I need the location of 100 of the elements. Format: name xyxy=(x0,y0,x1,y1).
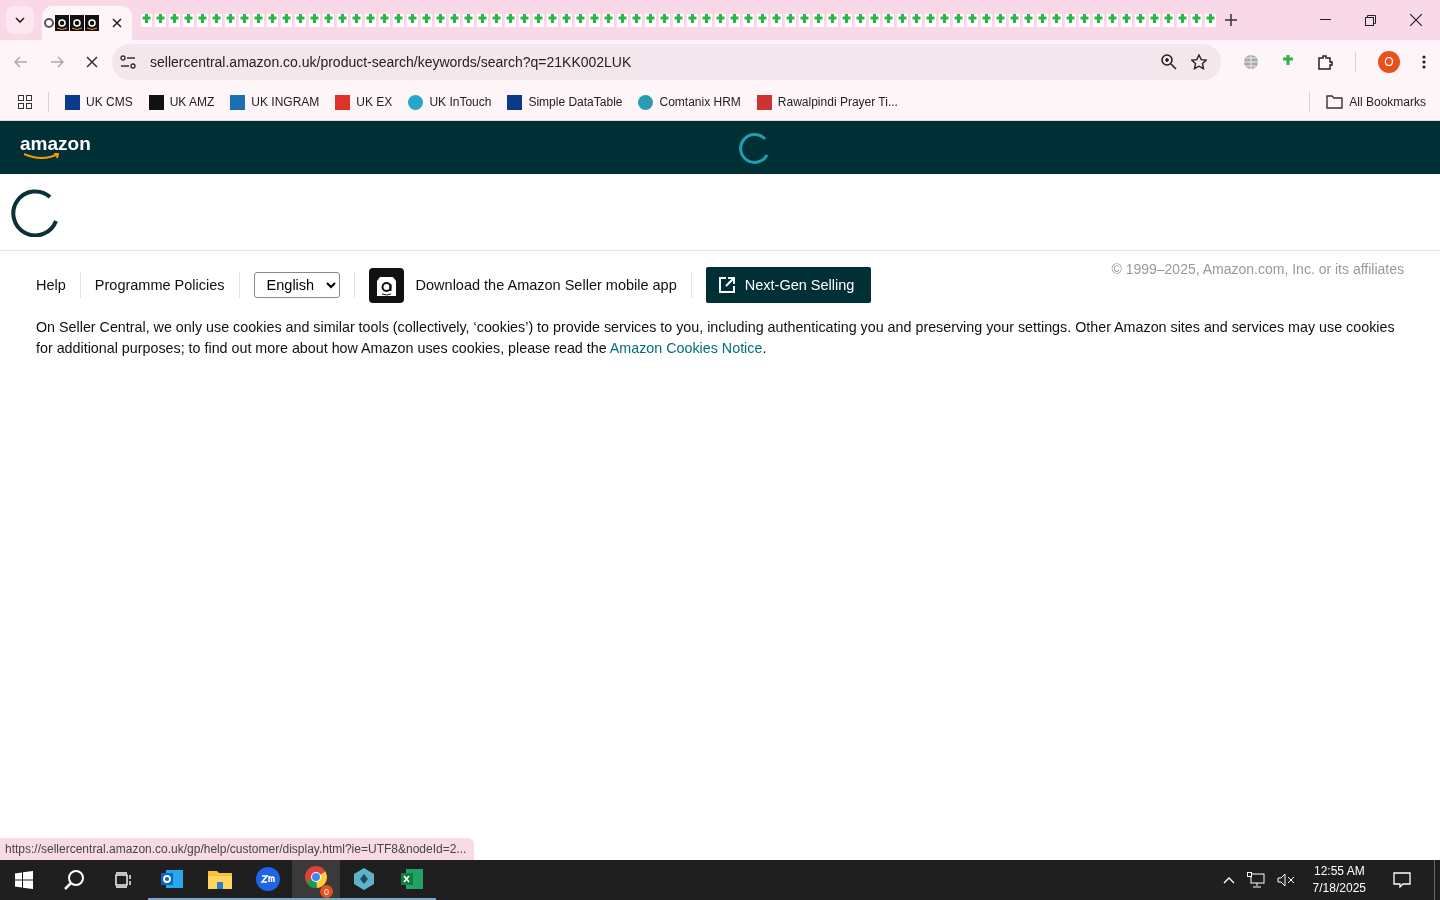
pinned-tab-icon[interactable] xyxy=(1022,12,1035,28)
amazon-logo[interactable]: amazon xyxy=(20,135,91,160)
pinned-tab-icon[interactable] xyxy=(322,12,335,28)
all-bookmarks-button[interactable]: All Bookmarks xyxy=(1326,95,1426,109)
bookmark-item[interactable]: UK AMZ xyxy=(148,94,215,110)
close-icon[interactable] xyxy=(1410,14,1422,26)
pinned-tab-icon[interactable] xyxy=(182,12,195,28)
pinned-tab-icon[interactable] xyxy=(826,12,839,28)
pinned-tab-icon[interactable] xyxy=(364,12,377,28)
pinned-tab-icon[interactable] xyxy=(896,12,909,28)
pinned-tab-icon[interactable] xyxy=(350,12,363,28)
extensions-icon[interactable] xyxy=(1317,54,1333,70)
next-gen-selling-button[interactable]: Next-Gen Selling xyxy=(705,267,872,303)
language-select[interactable]: English xyxy=(253,272,340,298)
pinned-tab-icon[interactable] xyxy=(420,12,433,28)
windows-start-icon[interactable] xyxy=(15,871,33,889)
pinned-tab-icon[interactable] xyxy=(518,12,531,28)
taskbar-app[interactable]: 0 xyxy=(292,860,340,900)
footer-link[interactable]: Help xyxy=(36,277,66,293)
pinned-tab-icon[interactable] xyxy=(952,12,965,28)
pinned-tab-icon[interactable] xyxy=(756,12,769,28)
pinned-tab-icon[interactable] xyxy=(434,12,447,28)
address-bar[interactable]: sellercentral.amazon.co.uk/product-search/keywords/search?q=21KK002LUK xyxy=(112,44,1221,80)
pinned-tab-icon[interactable] xyxy=(770,12,783,28)
pinned-tab-icon[interactable] xyxy=(1190,12,1203,28)
pinned-tab-icon[interactable] xyxy=(910,12,923,28)
pinned-tab-icon[interactable] xyxy=(980,12,993,28)
amazon-app-icon[interactable] xyxy=(368,267,404,303)
pinned-tab-icon[interactable] xyxy=(224,12,237,28)
pinned-tab-icon[interactable] xyxy=(560,12,573,28)
pinned-tab-icon[interactable] xyxy=(336,12,349,28)
pinned-tab-icon[interactable] xyxy=(644,12,657,28)
chevron-up-icon[interactable] xyxy=(1222,876,1235,884)
pinned-tab-icon[interactable] xyxy=(504,12,517,28)
restore-icon[interactable] xyxy=(1365,14,1376,26)
bookmark-item[interactable]: Simple DataTable xyxy=(507,94,623,110)
pinned-tab-icon[interactable] xyxy=(378,12,391,28)
bookmark-item[interactable]: UK EX xyxy=(335,94,393,110)
site-settings-icon[interactable] xyxy=(120,55,136,69)
pinned-tab-icon[interactable] xyxy=(1134,12,1147,28)
clock[interactable]: 12:55 AM 7/18/2025 xyxy=(1312,863,1366,897)
pinned-tab-icon[interactable] xyxy=(658,12,671,28)
apps-grid-icon[interactable] xyxy=(18,95,32,109)
pinned-tab-icon[interactable] xyxy=(588,12,601,28)
search-icon[interactable] xyxy=(63,869,85,891)
notifications-icon[interactable] xyxy=(1393,872,1411,888)
pinned-tab-icon[interactable] xyxy=(630,12,643,28)
globe-icon[interactable] xyxy=(1243,54,1259,70)
pinned-tab-icon[interactable] xyxy=(1008,12,1021,28)
zoom-icon[interactable] xyxy=(1161,54,1177,70)
pinned-tab-icon[interactable] xyxy=(1036,12,1049,28)
back-arrow-icon[interactable] xyxy=(14,56,28,68)
pinned-tab-icon[interactable] xyxy=(938,12,951,28)
pinned-tab-icon[interactable] xyxy=(280,12,293,28)
pinned-tab-icon[interactable] xyxy=(728,12,741,28)
bookmark-item[interactable]: Comtanix HRM xyxy=(638,94,741,110)
pinned-tab-icon[interactable] xyxy=(1176,12,1189,28)
pinned-tab-icon[interactable] xyxy=(924,12,937,28)
pinned-tab-icon[interactable] xyxy=(196,12,209,28)
task-view-icon[interactable] xyxy=(115,872,133,888)
pinned-tab-icon[interactable] xyxy=(406,12,419,28)
pinned-tab-icon[interactable] xyxy=(266,12,279,28)
footer-link[interactable]: Programme Policies xyxy=(94,277,225,293)
pinned-tab-icon[interactable] xyxy=(1148,12,1161,28)
menu-icon[interactable] xyxy=(1422,55,1426,69)
pinned-tab-icon[interactable] xyxy=(476,12,489,28)
new-tab-icon[interactable] xyxy=(1225,14,1237,26)
muted-speaker-icon[interactable] xyxy=(1276,873,1295,887)
pinned-tab-icon[interactable] xyxy=(462,12,475,28)
close-icon[interactable] xyxy=(112,18,122,28)
pinned-tab-icon[interactable] xyxy=(448,12,461,28)
pinned-tab-icon[interactable] xyxy=(574,12,587,28)
pinned-tab-icon[interactable] xyxy=(1078,12,1091,28)
pinned-tab-icon[interactable] xyxy=(742,12,755,28)
pinned-tab-icon[interactable] xyxy=(490,12,503,28)
pinned-tab-icon[interactable] xyxy=(210,12,223,28)
pinned-tab-icon[interactable] xyxy=(1106,12,1119,28)
pinned-tab-icon[interactable] xyxy=(392,12,405,28)
pinned-tab-icon[interactable] xyxy=(616,12,629,28)
pinned-tab-icon[interactable] xyxy=(602,12,615,28)
pinned-tab-icon[interactable] xyxy=(700,12,713,28)
profile-avatar[interactable]: O xyxy=(1378,51,1400,73)
pinned-tab-icon[interactable] xyxy=(798,12,811,28)
pinned-tab-icon[interactable] xyxy=(168,12,181,28)
pinned-tab-icon[interactable] xyxy=(882,12,895,28)
forward-arrow-icon[interactable] xyxy=(50,56,64,68)
pinned-tab-icon[interactable] xyxy=(714,12,727,28)
cookies-notice-link[interactable]: Amazon Cookies Notice xyxy=(609,340,763,356)
tab-search-button[interactable] xyxy=(6,6,34,34)
bookmark-item[interactable]: UK InTouch xyxy=(408,94,492,110)
network-icon[interactable] xyxy=(1246,872,1265,888)
pinned-tab-icon[interactable] xyxy=(784,12,797,28)
pinned-tab-icon[interactable] xyxy=(868,12,881,28)
bookmark-item[interactable]: UK CMS xyxy=(65,94,133,110)
pinned-tab-icon[interactable] xyxy=(1050,12,1063,28)
pinned-tab-icon[interactable] xyxy=(966,12,979,28)
pinned-tab-icon[interactable] xyxy=(238,12,251,28)
pinned-tab-icon[interactable] xyxy=(1092,12,1105,28)
bookmark-item[interactable]: Rawalpindi Prayer Ti... xyxy=(756,94,898,110)
pinned-tab-icon[interactable] xyxy=(672,12,685,28)
